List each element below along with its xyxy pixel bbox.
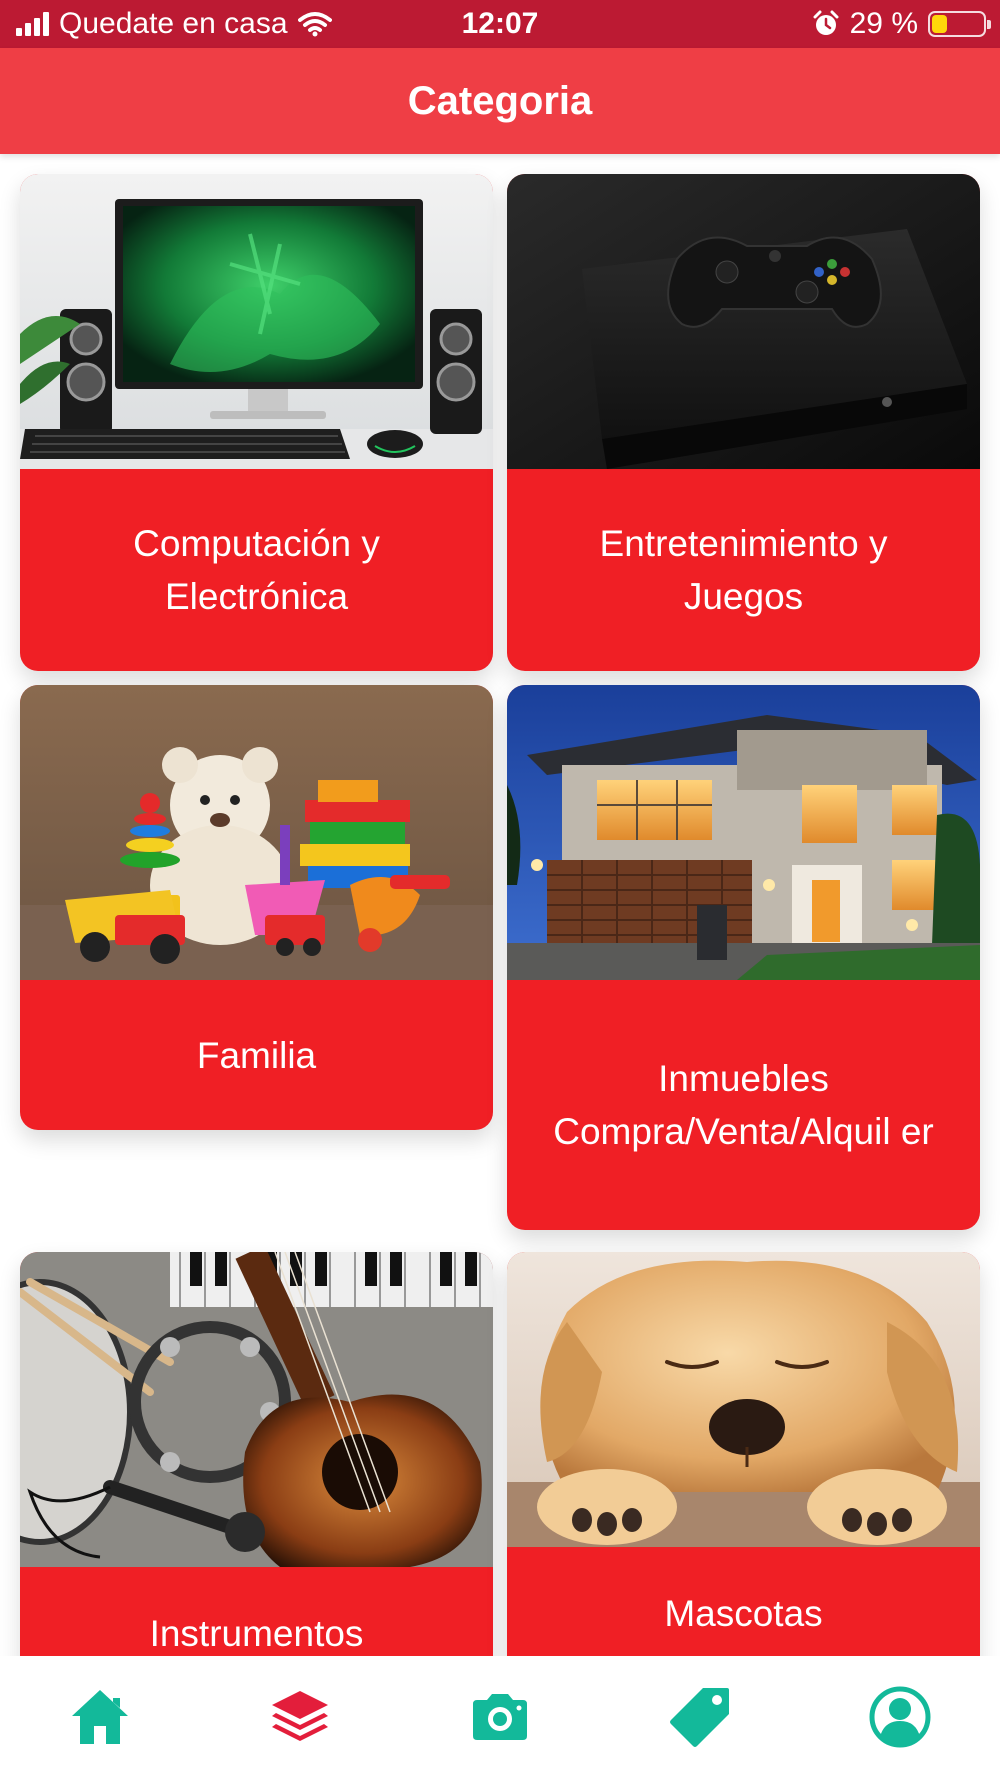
carrier-label: Quedate en casa <box>59 7 288 40</box>
category-card-instrumentos[interactable]: Instrumentos <box>20 1252 493 1656</box>
toys-photo <box>20 685 493 980</box>
status-right: 29 % <box>812 0 991 48</box>
wifi-icon <box>297 12 332 37</box>
category-card-entretenimiento[interactable]: Entretenimiento y Juegos <box>507 174 980 671</box>
signal-icon <box>16 12 49 36</box>
tab-offers[interactable] <box>640 1667 760 1767</box>
category-label: Computación y Electrónica <box>133 523 380 617</box>
tab-camera[interactable] <box>440 1667 560 1767</box>
category-grid: Computación y Electrónica Entretenimient… <box>0 154 1000 1656</box>
bottom-tab-bar <box>0 1656 1000 1778</box>
category-label: Mascotas <box>664 1593 823 1634</box>
battery-level <box>932 15 947 33</box>
app-header: Categoria <box>0 48 1000 154</box>
home-icon <box>72 1690 128 1744</box>
camera-icon <box>473 1694 527 1740</box>
category-card-inmuebles[interactable]: Inmuebles Compra/Venta/Alquil er <box>507 685 980 1230</box>
page-title: Categoria <box>407 78 593 123</box>
status-bar: Quedate en casa 12:07 29 % <box>0 0 1000 48</box>
battery-percent: 29 % <box>849 7 918 40</box>
instruments-photo <box>20 1252 493 1567</box>
tab-profile[interactable] <box>840 1667 960 1767</box>
tab-home[interactable] <box>40 1667 160 1767</box>
category-label: Entretenimiento y Juegos <box>599 523 888 617</box>
game-console-photo <box>507 174 980 469</box>
computer-desk-photo <box>20 174 493 469</box>
puppy-photo <box>507 1252 980 1547</box>
battery-icon <box>928 11 991 37</box>
category-card-mascotas[interactable]: Mascotas <box>507 1252 980 1656</box>
status-left: Quedate en casa <box>16 0 332 48</box>
layers-icon <box>272 1691 328 1741</box>
category-label: Inmuebles Compra/Venta/Alquil er <box>553 1058 934 1152</box>
tab-categories[interactable] <box>240 1667 360 1767</box>
category-card-familia[interactable]: Familia <box>20 685 493 1130</box>
user-icon <box>869 1686 931 1748</box>
category-label: Familia <box>196 1034 317 1076</box>
category-label: Instrumentos <box>149 1613 364 1654</box>
house-photo <box>507 685 980 980</box>
tag-icon <box>670 1688 729 1747</box>
category-card-computacion[interactable]: Computación y Electrónica <box>20 174 493 671</box>
alarm-icon <box>813 10 839 35</box>
